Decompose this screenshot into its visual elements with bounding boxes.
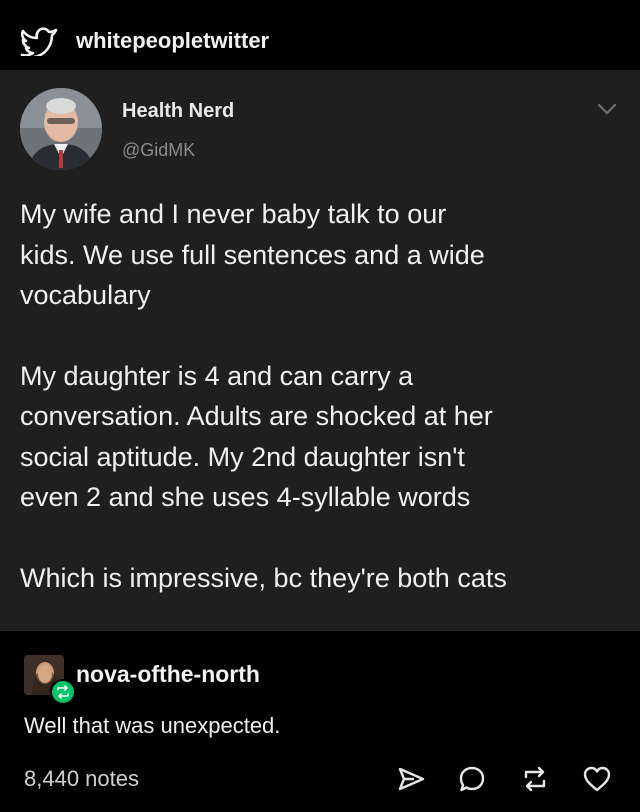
author-handle[interactable]: @GidMK	[122, 140, 195, 161]
twitter-bird-icon	[20, 27, 58, 56]
tweet-line: Which is impressive, bc they're both cat…	[20, 562, 507, 593]
author-avatar[interactable]	[20, 88, 102, 170]
source-blog-name[interactable]: whitepeopletwitter	[76, 28, 269, 54]
tweet-line: conversation. Adults are shocked at her	[20, 401, 493, 431]
tweet-text: My wife and I never baby talk to our kid…	[20, 194, 620, 598]
tweet-line: even 2 and she uses 4-syllable words	[20, 482, 471, 512]
chevron-down-icon[interactable]	[596, 102, 618, 116]
tweet-line: vocabulary	[20, 280, 151, 310]
reblog-comment: Well that was unexpected.	[24, 713, 281, 738]
tweet-card: Health Nerd @GidMK My wife and I never b…	[0, 70, 640, 630]
tweet-line: My daughter is 4 and can carry a	[20, 360, 414, 391]
reblog-icon[interactable]	[519, 763, 551, 795]
tweet-line: My wife and I never baby talk to our	[20, 199, 447, 229]
tweet-line: social aptitude. My 2nd daughter isn't	[20, 441, 465, 472]
reply-icon[interactable]	[456, 763, 488, 795]
tweet-line: kids. We use full sentences and a wide	[20, 239, 485, 270]
author-photo	[20, 88, 102, 170]
notes-count[interactable]: 8,440 notes	[24, 766, 139, 792]
reblog-badge-icon	[50, 679, 76, 705]
author-name[interactable]: Health Nerd	[122, 100, 234, 123]
like-icon[interactable]	[581, 763, 613, 795]
share-icon[interactable]	[395, 763, 427, 795]
reblogger-username[interactable]: nova-ofthe-north	[76, 661, 260, 688]
reblog-section: nova-ofthe-north Well that was unexpecte…	[0, 631, 640, 812]
